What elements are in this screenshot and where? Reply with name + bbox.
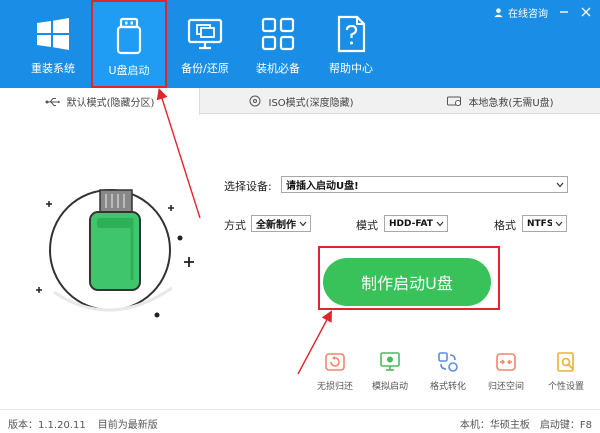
tab-label: 本地急救(无需U盘) bbox=[468, 97, 554, 109]
tool-format-convert[interactable]: 格式转化 bbox=[418, 350, 478, 392]
disc-icon bbox=[249, 95, 260, 107]
boot-hotkey-text: 启动键：F8 bbox=[539, 420, 592, 431]
mode-select[interactable]: HDD-FAT32 bbox=[384, 215, 448, 232]
simulate-boot-icon bbox=[380, 352, 400, 371]
backup-icon bbox=[187, 18, 223, 50]
nav-label: 备份/还原 bbox=[181, 62, 229, 75]
apps-grid-icon bbox=[261, 17, 295, 51]
minimize-icon bbox=[560, 11, 568, 13]
mode-tabs: 默认模式(隐藏分区) ISO模式(深度隐藏) 本地急救(无需U盘) bbox=[0, 88, 600, 115]
tab-label: 默认模式(隐藏分区) bbox=[66, 98, 155, 109]
tool-lossless-restore[interactable]: 无损归还 bbox=[305, 350, 365, 392]
nav-usb-boot[interactable]: U盘启动 bbox=[91, 0, 167, 88]
machine-text: 本机：华硕主板 bbox=[459, 420, 530, 431]
mode-select-value: HDD-FAT32 bbox=[389, 218, 433, 229]
tab-local-rescue[interactable]: 本地急救(无需U盘) bbox=[400, 88, 600, 114]
tool-reclaim-space[interactable]: 归还空间 bbox=[476, 350, 536, 392]
online-service-label: 在线咨询 bbox=[508, 8, 548, 20]
tab-label: ISO模式(深度隐藏) bbox=[268, 97, 354, 109]
format-select-value: NTFS bbox=[527, 218, 552, 229]
mode-label: 模式 bbox=[356, 219, 378, 232]
personalize-icon bbox=[557, 352, 574, 372]
tool-label: 格式转化 bbox=[429, 382, 466, 392]
nav-label: 装机必备 bbox=[256, 62, 300, 75]
help-document-icon bbox=[337, 15, 366, 53]
format-label: 格式 bbox=[494, 219, 516, 232]
window-controls: 在线咨询 bbox=[493, 4, 592, 20]
format-select[interactable]: NTFS bbox=[522, 215, 567, 232]
minimize-button[interactable] bbox=[558, 6, 570, 18]
windows-logo-icon bbox=[37, 18, 69, 50]
nav-label: U盘启动 bbox=[108, 64, 150, 77]
close-button[interactable] bbox=[580, 6, 592, 18]
usb-illustration bbox=[36, 189, 194, 318]
service-user-icon bbox=[494, 7, 503, 17]
tool-label: 无损归还 bbox=[316, 382, 353, 392]
method-select[interactable]: 全新制作 bbox=[251, 215, 311, 232]
tool-label: 个性设置 bbox=[547, 382, 584, 392]
method-label: 方式 bbox=[224, 219, 246, 232]
tool-personalize[interactable]: 个性设置 bbox=[536, 350, 596, 392]
nav-reinstall-system[interactable]: 重装系统 bbox=[18, 0, 88, 88]
tool-label: 归还空间 bbox=[487, 382, 524, 392]
device-select-value: 请插入启动U盘! bbox=[286, 181, 359, 192]
chevron-down-icon bbox=[299, 221, 307, 226]
chevron-down-icon bbox=[556, 182, 564, 187]
format-convert-icon bbox=[438, 352, 458, 372]
nav-label: 帮助中心 bbox=[329, 62, 373, 75]
nav-backup-restore[interactable]: 备份/还原 bbox=[170, 0, 240, 88]
close-icon bbox=[581, 7, 591, 17]
update-status-text: 目前为最新版 bbox=[97, 420, 158, 431]
version-text: 版本：1.1.20.11 bbox=[8, 420, 86, 431]
reclaim-space-icon bbox=[496, 353, 516, 371]
online-service-link[interactable]: 在线咨询 bbox=[493, 5, 548, 20]
make-boot-usb-button[interactable]: 制作启动U盘 bbox=[323, 258, 491, 306]
device-select[interactable]: 请插入启动U盘! bbox=[281, 176, 568, 193]
tool-label: 模拟启动 bbox=[371, 382, 408, 392]
chevron-down-icon bbox=[555, 221, 563, 226]
nav-essential-apps[interactable]: 装机必备 bbox=[243, 0, 313, 88]
tab-iso-mode[interactable]: ISO模式(深度隐藏) bbox=[200, 88, 400, 114]
header-bar: 在线咨询 重装系统 U盘启动 备份/还原 装机必备 帮助中心 bbox=[0, 0, 600, 88]
usb-drive-icon bbox=[116, 17, 142, 55]
nav-label: 重装系统 bbox=[31, 62, 75, 75]
tab-default-mode[interactable]: 默认模式(隐藏分区) bbox=[0, 88, 200, 115]
method-select-value: 全新制作 bbox=[256, 220, 296, 231]
chevron-down-icon bbox=[436, 221, 444, 226]
status-bar: 版本：1.1.20.11 目前为最新版 本机：华硕主板 启动键：F8 bbox=[0, 409, 600, 433]
device-label: 选择设备: bbox=[224, 180, 272, 193]
restore-icon bbox=[325, 353, 345, 371]
usb-symbol-icon bbox=[45, 97, 60, 106]
nav-help-center[interactable]: 帮助中心 bbox=[316, 0, 386, 88]
tool-simulate-boot[interactable]: 模拟启动 bbox=[360, 350, 420, 392]
local-rescue-icon bbox=[447, 96, 462, 106]
